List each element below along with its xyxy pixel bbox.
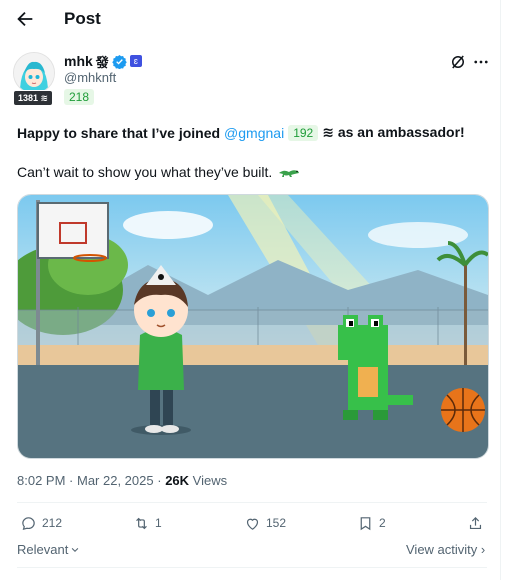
views-count: 26K xyxy=(165,473,190,488)
divider xyxy=(17,567,487,568)
author-handle[interactable]: @mhknft xyxy=(64,70,116,85)
bookmark-count: 2 xyxy=(379,516,386,530)
lizard-emoji-icon xyxy=(279,170,300,177)
heart-icon xyxy=(246,518,259,530)
tweet-text-line1: Happy to share that I’ve joined @gmgnai … xyxy=(17,124,465,141)
author-display-name[interactable]: mhk xyxy=(64,53,93,69)
like-button[interactable]: 152 xyxy=(244,514,286,532)
bookmark-button[interactable]: 2 xyxy=(357,514,386,532)
divider xyxy=(17,502,487,503)
tweet-text-line2-content: Can’t wait to show you what they’ve buil… xyxy=(17,164,273,180)
view-activity-link[interactable]: View activity › xyxy=(406,542,485,557)
like-count: 152 xyxy=(266,516,287,530)
page-title: Post xyxy=(64,9,101,28)
tweet-text-line2: Can’t wait to show you what they’ve buil… xyxy=(17,164,300,180)
grok-icon[interactable] xyxy=(449,53,467,71)
green-count-badge: 218 xyxy=(64,89,95,105)
meta-separator: · xyxy=(69,473,77,488)
reply-sort-dropdown[interactable]: Relevant xyxy=(17,542,80,557)
author-name-glyph: 發 xyxy=(95,54,109,70)
tweet-text-pre: Happy to share that I’ve joined xyxy=(17,124,221,141)
more-options-icon[interactable] xyxy=(472,53,490,71)
tweet-media-image[interactable] xyxy=(17,194,489,459)
reply-button[interactable]: 212 xyxy=(20,514,62,532)
repost-icon xyxy=(136,517,147,529)
tweet-text-post: ≋ as an ambassador! xyxy=(322,124,465,140)
avatar[interactable] xyxy=(13,52,55,94)
share-icon xyxy=(469,516,482,529)
verified-badge-icon[interactable] xyxy=(112,54,127,69)
bookmark-icon xyxy=(360,516,371,530)
tweet-date[interactable]: Mar 22, 2025 xyxy=(77,473,154,488)
reply-icon xyxy=(22,516,35,530)
header: Post xyxy=(0,0,500,40)
mention-link[interactable]: @gmgnai xyxy=(224,125,284,141)
mention-count-badge: 192 xyxy=(288,124,319,141)
avatar-image xyxy=(14,53,54,93)
author-name-line: mhk 發 ɛ xyxy=(64,52,142,70)
tweet-meta: 8:02 PM · Mar 22, 2025 · 26K Views xyxy=(17,473,227,488)
affiliate-badge-icon[interactable]: ɛ xyxy=(129,55,142,67)
meta-separator: · xyxy=(157,473,166,488)
back-arrow-icon[interactable] xyxy=(14,8,36,30)
holder-badge: 1381 ≋ xyxy=(13,90,54,106)
tweet-time[interactable]: 8:02 PM xyxy=(17,473,65,488)
repost-button[interactable]: 1 xyxy=(133,514,162,532)
chevron-down-icon xyxy=(72,547,79,552)
share-button[interactable] xyxy=(467,514,484,532)
post-detail-page: Post 1381 ≋ mhk 發 ɛ @mhknft 218 Happy to… xyxy=(0,0,501,580)
repost-count: 1 xyxy=(155,516,162,530)
basketball-court-illustration xyxy=(18,195,488,458)
views-label: Views xyxy=(192,473,228,488)
reply-count: 212 xyxy=(42,516,63,530)
reply-sort-label: Relevant xyxy=(17,542,69,557)
